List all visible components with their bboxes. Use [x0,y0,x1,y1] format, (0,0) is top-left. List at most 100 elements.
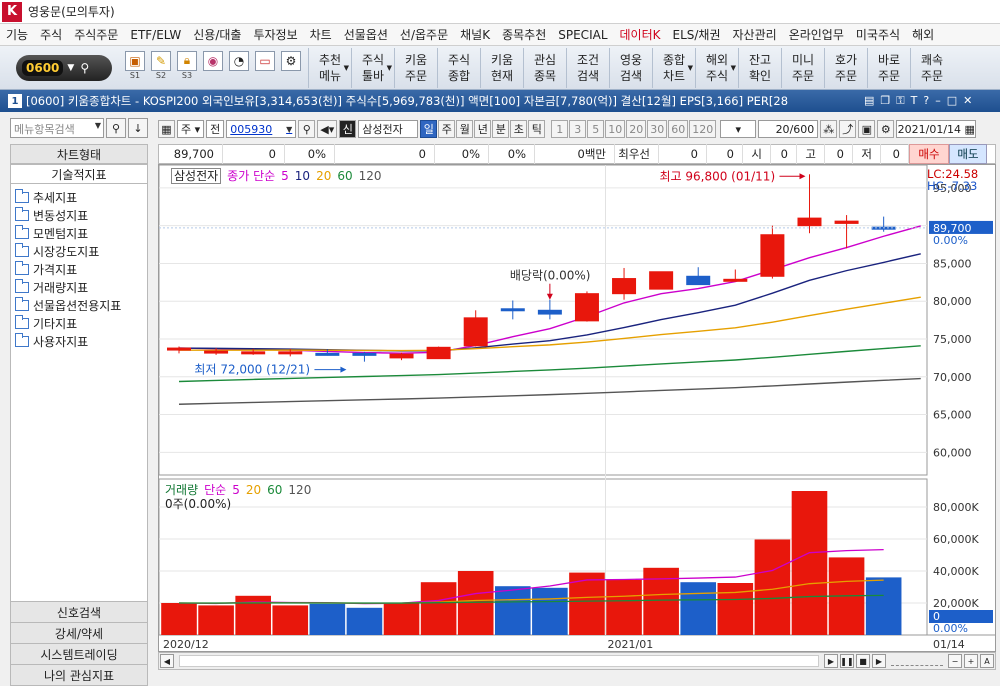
sidebar-bottom-3[interactable]: 나의 관심지표 [10,665,148,686]
interval-button-0[interactable]: 1 [551,120,569,138]
menu-item-11[interactable]: SPECIAL [552,28,613,42]
menu-item-3[interactable]: ETF/ELW [124,28,187,42]
font-icon[interactable]: A [980,654,994,668]
zoom-slider[interactable] [891,656,943,666]
menu-search-input[interactable]: 메뉴항목검색 ▼ [10,118,104,138]
menu-item-1[interactable]: 주식 [34,26,68,43]
monitor-icon-button[interactable]: ▭ [254,50,276,85]
toolbar-button-8[interactable]: 종합 차트 ▼ [652,47,695,88]
toolbar-button-10[interactable]: 잔고 확인 [738,47,781,88]
menu-item-15[interactable]: 온라인업무 [783,26,850,43]
technical-indicator-header[interactable]: 기술적지표 [10,164,148,184]
toolbar-button-0[interactable]: 추천 메뉴 ▼ [308,47,351,88]
layout-icon[interactable]: ▤ [864,94,874,108]
period-tab-1[interactable]: 주 [438,120,456,138]
indicator-folder-4[interactable]: 가격지표 [11,260,147,278]
chart-svg[interactable]: 95,00090,00085,00080,00075,00070,00065,0… [159,165,995,651]
search-icon[interactable]: ⚲ [298,120,316,138]
play-icon[interactable]: ▶ [872,654,886,668]
scroll-track[interactable] [179,655,819,667]
indicator-folder-0[interactable]: 추세지표 [11,188,147,206]
indicator-folder-7[interactable]: 기타지표 [11,314,147,332]
screen-code[interactable]: 0600 [22,59,64,76]
period-tab-4[interactable]: 분 [492,120,510,138]
search-icon[interactable]: ⚲ [80,61,89,75]
buy-button[interactable]: 매수 [909,144,949,164]
indicator-folder-3[interactable]: 시장강도지표 [11,242,147,260]
toolbar-button-11[interactable]: 미니 주문 [781,47,824,88]
screen-code-box[interactable]: 0600 ▼ ⚲ [16,54,112,81]
help-icon[interactable]: ? [923,94,929,108]
menu-item-12[interactable]: 데이터K [614,26,667,43]
menu-item-16[interactable]: 미국주식 [850,26,906,43]
sidebar-bottom-2[interactable]: 시스템트레이딩 [10,644,148,665]
trend-icon[interactable]: ⤴ [839,120,857,138]
toolbar-button-3[interactable]: 주식 종합 [437,47,480,88]
indicator-folder-8[interactable]: 사용자지표 [11,332,147,350]
indicator-folder-5[interactable]: 거래량지표 [11,278,147,296]
stop-icon[interactable]: ■ [856,654,870,668]
chart-type-header[interactable]: 차트형태 [10,144,148,164]
scroll-right-icon[interactable]: ▶ [824,654,838,668]
interval-button-3[interactable]: 10 [605,120,626,138]
gear-icon-button[interactable]: ⚙ [280,50,302,85]
copy-icon[interactable]: ❐ [880,94,890,108]
period-tab-6[interactable]: 틱 [528,120,546,138]
grid-icon[interactable]: ▦ [158,120,175,138]
indicator-folder-6[interactable]: 선물옵션전용지표 [11,296,147,314]
interval-button-7[interactable]: 120 [689,120,717,138]
menu-item-14[interactable]: 자산관리 [727,26,783,43]
menu-item-8[interactable]: 선/옵주문 [394,26,454,43]
download-icon[interactable]: ↓ [128,118,148,138]
menu-item-4[interactable]: 신용/대출 [187,26,247,43]
menu-item-13[interactable]: ELS/채권 [667,26,727,43]
close-icon[interactable]: ✕ [963,94,972,108]
clock-icon-button[interactable]: ◔ [228,50,250,85]
interval-button-6[interactable]: 60 [668,120,689,138]
pause-icon[interactable]: ❚❚ [840,654,854,668]
chart-plot-area[interactable]: 95,00090,00085,00080,00075,00070,00065,0… [158,164,996,652]
menu-item-7[interactable]: 선물옵션 [338,26,394,43]
period-select[interactable]: 주 ▾ [177,120,205,138]
zoom-in-icon[interactable]: + [964,654,978,668]
interval-button-1[interactable]: 3 [569,120,587,138]
toolbar-button-13[interactable]: 바로 주문 [867,47,910,88]
toolbar-button-12[interactable]: 호가 주문 [824,47,867,88]
gear-icon[interactable]: ⚙ [877,120,895,138]
toolbar-button-9[interactable]: 해외 주식 ▼ [695,47,738,88]
interval-button-2[interactable]: 5 [587,120,605,138]
sound-icon[interactable]: ◀▾ [317,120,338,138]
menu-item-5[interactable]: 투자정보 [247,26,303,43]
add-chart-icon[interactable]: ⁂ [820,120,838,138]
market-select[interactable]: 전 [206,120,225,138]
maximize-icon[interactable]: □ [947,94,957,108]
toolbar-button-14[interactable]: 쾌속 주문 [910,47,953,88]
data-count[interactable]: 20/600 [758,120,819,138]
indicator-folder-1[interactable]: 변동성지표 [11,206,147,224]
menu-item-2[interactable]: 주식주문 [68,26,124,43]
stock-code-input[interactable]: 005930 ▼ [226,120,297,138]
menu-item-9[interactable]: 채널K [454,26,496,43]
menu-item-6[interactable]: 차트 [304,26,338,43]
search-icon[interactable]: ⚲ [106,118,126,138]
period-tab-2[interactable]: 월 [456,120,474,138]
minimize-icon[interactable]: – [935,94,941,108]
lock-icon-button[interactable]: 🔒︎ S3 [176,50,198,85]
font-icon[interactable]: T [911,94,918,108]
interval-input[interactable]: ▾ [720,120,757,138]
sell-button[interactable]: 매도 [949,144,987,164]
menu-item-17[interactable]: 해외 [906,26,940,43]
toolbar-button-4[interactable]: 키움 현재 [480,47,523,88]
chevron-down-icon[interactable]: ▼ [67,63,74,73]
lock-icon[interactable]: ⚿ [896,94,904,108]
toolbar-button-2[interactable]: 키움 주문 [394,47,437,88]
menu-item-10[interactable]: 종목추천 [496,26,552,43]
zoom-out-icon[interactable]: − [948,654,962,668]
indicator-folder-2[interactable]: 모멘텀지표 [11,224,147,242]
scroll-left-icon[interactable]: ◀ [160,654,174,668]
brush-icon-button[interactable]: ✎ S2 [150,50,172,85]
camera-icon-button[interactable]: ◉ [202,50,224,85]
date-input[interactable]: 2021/01/14 ▦ [896,120,977,138]
interval-button-4[interactable]: 20 [626,120,647,138]
toolbar-button-7[interactable]: 영웅 검색 [609,47,652,88]
